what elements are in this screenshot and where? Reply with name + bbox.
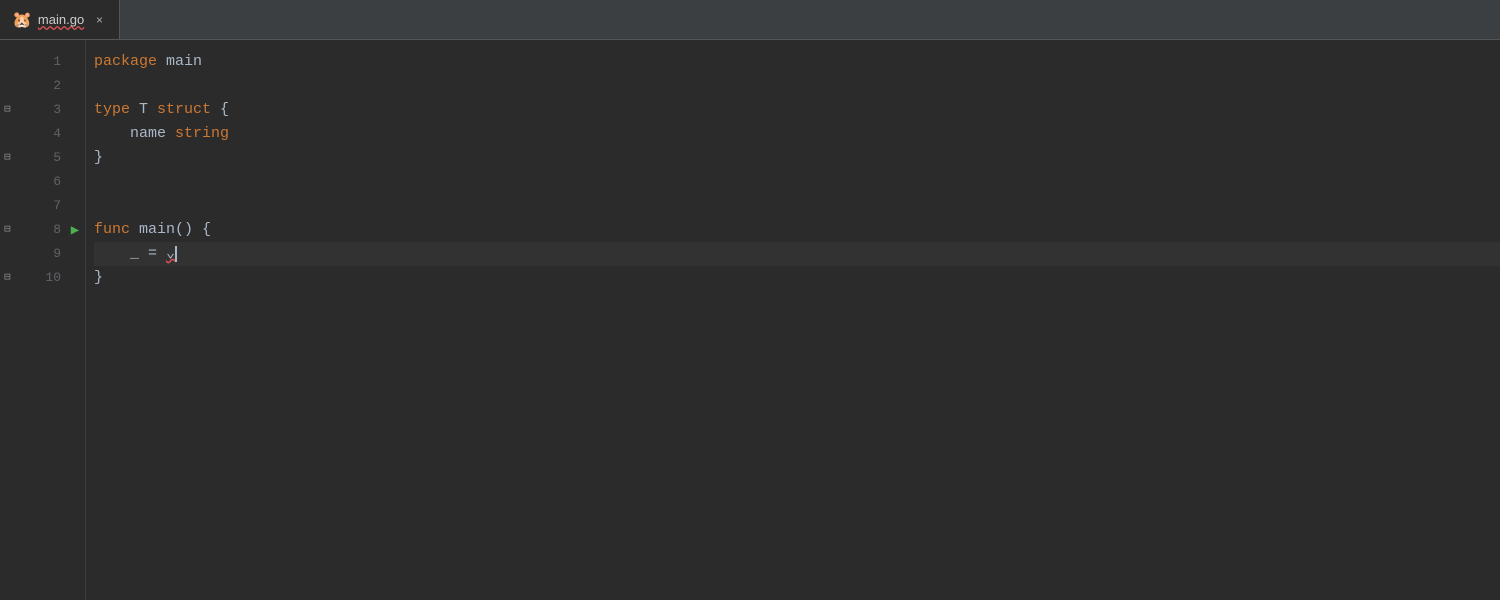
field-name: name <box>94 122 175 146</box>
fold-close-icon-10[interactable]: ⊟ <box>4 266 11 290</box>
gutter-line-8[interactable]: ⊟ 8 <box>0 218 61 242</box>
type-string: string <box>175 122 229 146</box>
gutter-line-1: 1 <box>0 50 61 74</box>
code-line-17 <box>94 434 1500 458</box>
func-parens: () <box>175 218 193 242</box>
close-brace-func: } <box>94 266 103 290</box>
code-line-12 <box>94 314 1500 338</box>
code-line-15 <box>94 386 1500 410</box>
code-line-16 <box>94 410 1500 434</box>
gutter-line-6: 6 <box>0 170 61 194</box>
run-gutter: ▶ <box>65 40 85 600</box>
gutter-line-5[interactable]: ⊟ 5 <box>0 146 61 170</box>
run-gutter-line-2 <box>65 74 85 98</box>
ident-main: main <box>166 50 202 74</box>
tab-close-button[interactable]: × <box>92 11 107 29</box>
code-line-2 <box>94 74 1500 98</box>
editor: 1 2 ⊟ 3 4 ⊟ 5 6 7 ⊟ 8 <box>0 40 1500 600</box>
text-cursor <box>175 246 177 262</box>
run-gutter-line-6 <box>65 170 85 194</box>
blank-identifier: _ = <box>94 242 166 266</box>
tab-title: main.go <box>38 12 86 27</box>
line-gutter: 1 2 ⊟ 3 4 ⊟ 5 6 7 ⊟ 8 <box>0 40 65 600</box>
code-line-10: } <box>94 266 1500 290</box>
tab-bar: 🐹 main.go × <box>0 0 1500 40</box>
gutter-line-3[interactable]: ⊟ 3 <box>0 98 61 122</box>
keyword-package: package <box>94 50 166 74</box>
run-gutter-line-4 <box>65 122 85 146</box>
keyword-type: type <box>94 98 139 122</box>
squiggly-expression: ⌄ <box>166 242 175 266</box>
gutter-line-9: 9 <box>0 242 61 266</box>
gutter-line-7: 7 <box>0 194 61 218</box>
code-line-18 <box>94 458 1500 482</box>
code-line-20 <box>94 506 1500 530</box>
func-name-main: main <box>139 218 175 242</box>
code-line-9: _ = ⌄ <box>94 242 1500 266</box>
go-file-icon: 🐹 <box>12 10 32 30</box>
gutter-line-10[interactable]: ⊟ 10 <box>0 266 61 290</box>
run-gutter-line-1 <box>65 50 85 74</box>
run-icon[interactable]: ▶ <box>71 222 79 239</box>
fold-open-icon-8[interactable]: ⊟ <box>4 218 11 242</box>
open-brace-struct: { <box>211 98 229 122</box>
gutter-line-4: 4 <box>0 122 61 146</box>
code-line-8: func main() { <box>94 218 1500 242</box>
run-gutter-line-3 <box>65 98 85 122</box>
code-line-3: type T struct { <box>94 98 1500 122</box>
code-line-13 <box>94 338 1500 362</box>
fold-close-icon-5[interactable]: ⊟ <box>4 146 11 170</box>
fold-open-icon-3[interactable]: ⊟ <box>4 98 11 122</box>
tab-main-go[interactable]: 🐹 main.go × <box>0 0 120 39</box>
code-line-4: name string <box>94 122 1500 146</box>
code-line-7 <box>94 194 1500 218</box>
code-line-19 <box>94 482 1500 506</box>
run-gutter-line-10 <box>65 266 85 290</box>
keyword-struct: struct <box>157 98 211 122</box>
type-T: T <box>139 98 157 122</box>
run-gutter-line-9 <box>65 242 85 266</box>
code-line-11 <box>94 290 1500 314</box>
run-gutter-line-8[interactable]: ▶ <box>65 218 85 242</box>
run-gutter-line-5 <box>65 146 85 170</box>
gutter-line-2: 2 <box>0 74 61 98</box>
code-line-6 <box>94 170 1500 194</box>
code-area[interactable]: package main type T struct { name string… <box>86 40 1500 600</box>
code-line-14 <box>94 362 1500 386</box>
open-brace-func: { <box>193 218 211 242</box>
keyword-func: func <box>94 218 139 242</box>
code-line-1: package main <box>94 50 1500 74</box>
code-line-5: } <box>94 146 1500 170</box>
run-gutter-line-7 <box>65 194 85 218</box>
close-brace-struct: } <box>94 146 103 170</box>
